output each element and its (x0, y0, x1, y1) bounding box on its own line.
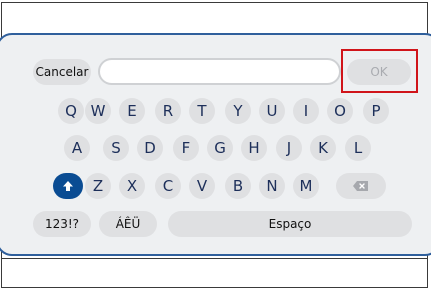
key-j[interactable]: J (276, 135, 302, 161)
key-z[interactable]: Z (85, 173, 111, 199)
key-g[interactable]: G (207, 135, 233, 161)
key-i[interactable]: I (293, 98, 319, 124)
key-q[interactable]: Q (58, 98, 84, 124)
key-b[interactable]: B (225, 173, 251, 199)
key-p[interactable]: P (363, 98, 389, 124)
key-x[interactable]: X (119, 173, 145, 199)
key-c[interactable]: C (155, 173, 181, 199)
key-e[interactable]: E (119, 98, 145, 124)
key-l[interactable]: L (345, 135, 371, 161)
key-v[interactable]: V (189, 173, 215, 199)
key-s[interactable]: S (103, 135, 129, 161)
accents-key[interactable]: ÁÊÜ (99, 211, 157, 237)
key-a[interactable]: A (64, 135, 90, 161)
key-r[interactable]: R (155, 98, 181, 124)
text-input-field[interactable] (98, 58, 341, 85)
key-f[interactable]: F (173, 135, 199, 161)
key-y[interactable]: Y (225, 98, 251, 124)
key-u[interactable]: U (259, 98, 285, 124)
backspace-key[interactable] (336, 173, 386, 199)
ok-button[interactable]: OK (347, 59, 411, 85)
bottom-divider (1, 258, 428, 259)
shift-arrow-icon (63, 181, 73, 191)
key-o[interactable]: O (327, 98, 353, 124)
key-m[interactable]: M (293, 173, 319, 199)
key-h[interactable]: H (241, 135, 267, 161)
space-key[interactable]: Espaço (168, 211, 412, 237)
numbers-symbols-key[interactable]: 123!? (33, 211, 91, 237)
key-d[interactable]: D (137, 135, 163, 161)
key-k[interactable]: K (310, 135, 336, 161)
shift-key[interactable] (53, 173, 83, 199)
key-t[interactable]: T (189, 98, 215, 124)
backspace-icon (353, 181, 368, 191)
key-w[interactable]: W (85, 98, 111, 124)
key-n[interactable]: N (259, 173, 285, 199)
cancel-button[interactable]: Cancelar (33, 59, 91, 85)
